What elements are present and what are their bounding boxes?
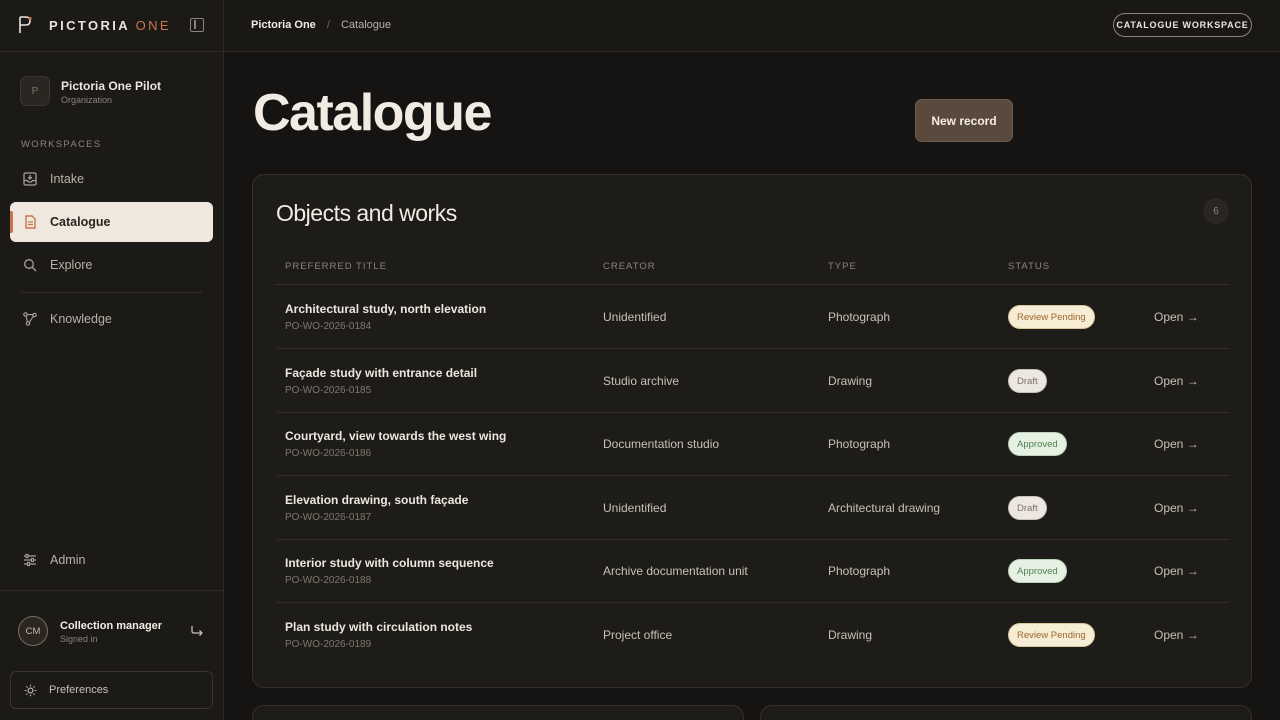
sidebar-item-label: Explore bbox=[50, 258, 93, 272]
row-creator: Unidentified bbox=[603, 310, 667, 324]
row-type: Architectural drawing bbox=[828, 501, 941, 515]
objects-card: Objects and works 6 PREFERRED TITLE CREA… bbox=[252, 174, 1252, 688]
column-header-creator: CREATOR bbox=[603, 261, 656, 272]
table-row[interactable]: Interior study with column sequence PO-W… bbox=[276, 539, 1229, 603]
open-link[interactable]: Open → bbox=[1154, 437, 1199, 451]
org-name: Pictoria One Pilot bbox=[61, 79, 162, 93]
open-link[interactable]: Open → bbox=[1154, 564, 1199, 578]
sidebar-item-label: Knowledge bbox=[50, 312, 112, 326]
row-id: PO-WO-2026-0188 bbox=[285, 575, 372, 586]
sliders-icon bbox=[24, 553, 36, 567]
sidebar-item-label: Catalogue bbox=[50, 215, 111, 229]
open-link[interactable]: Open → bbox=[1154, 374, 1199, 388]
row-id: PO-WO-2026-0187 bbox=[285, 512, 372, 523]
table-row[interactable]: Courtyard, view towards the west wing PO… bbox=[276, 412, 1229, 476]
sign-out-icon[interactable] bbox=[190, 623, 204, 637]
workspace-button[interactable]: CATALOGUE WORKSPACE bbox=[1113, 13, 1252, 37]
row-creator: Studio archive bbox=[603, 374, 680, 388]
row-id: PO-WO-2026-0185 bbox=[285, 385, 372, 396]
card-title: Objects and works bbox=[276, 200, 457, 226]
breadcrumb: Pictoria One / Catalogue bbox=[251, 19, 391, 31]
column-header-title: PREFERRED TITLE bbox=[285, 261, 387, 272]
row-creator: Archive documentation unit bbox=[603, 564, 748, 578]
table-header: PREFERRED TITLE CREATOR TYPE STATUS bbox=[276, 257, 1229, 285]
status-badge: Draft bbox=[1008, 496, 1047, 520]
column-header-status: STATUS bbox=[1008, 261, 1051, 272]
logo-icon bbox=[19, 16, 32, 33]
avatar: CM bbox=[18, 616, 48, 646]
row-title: Architectural study, north elevation bbox=[285, 302, 487, 316]
org-switcher[interactable]: P Pictoria One Pilot Organization bbox=[20, 76, 210, 108]
row-title: Interior study with column sequence bbox=[285, 556, 494, 570]
preferences-label: Preferences bbox=[49, 684, 109, 696]
document-icon bbox=[25, 215, 36, 229]
column-header-type: TYPE bbox=[828, 261, 857, 272]
user-name: Collection manager bbox=[60, 620, 163, 632]
row-creator: Unidentified bbox=[603, 501, 667, 515]
brand-bar: PICTORIA ONE bbox=[0, 0, 224, 52]
secondary-card-right bbox=[760, 705, 1252, 720]
row-id: PO-WO-2026-0186 bbox=[285, 448, 372, 459]
app: PICTORIA ONE P Pictoria One Pilot Organi… bbox=[0, 0, 1280, 720]
sidebar-item-catalogue[interactable]: Catalogue bbox=[10, 202, 213, 242]
workspaces-label: WORKSPACES bbox=[21, 139, 102, 150]
row-creator: Project office bbox=[603, 628, 673, 642]
table-row[interactable]: Elevation drawing, south façade PO-WO-20… bbox=[276, 476, 1229, 540]
count-badge: 6 bbox=[1203, 198, 1229, 224]
topbar: Pictoria One / Catalogue CATALOGUE WORKS… bbox=[224, 0, 1280, 52]
org-avatar: P bbox=[20, 76, 50, 106]
sidebar-item-label: Admin bbox=[50, 553, 86, 567]
user-status: Signed in bbox=[60, 634, 98, 644]
open-link[interactable]: Open → bbox=[1154, 310, 1199, 324]
row-type: Drawing bbox=[828, 374, 873, 388]
graph-icon bbox=[23, 312, 37, 326]
inbox-icon bbox=[23, 172, 37, 186]
sidebar-item-admin[interactable]: Admin bbox=[10, 540, 213, 580]
brand-accent: ONE bbox=[135, 18, 171, 33]
table-row[interactable]: Façade study with entrance detail PO-WO-… bbox=[276, 349, 1229, 413]
row-type: Photograph bbox=[828, 437, 891, 451]
table-row[interactable]: Plan study with circulation notes PO-WO-… bbox=[276, 603, 1229, 667]
brand-name: PICTORIA ONE bbox=[49, 18, 171, 33]
breadcrumb-root[interactable]: Pictoria One bbox=[251, 19, 316, 31]
new-record-button[interactable]: New record bbox=[915, 99, 1013, 142]
open-link[interactable]: Open → bbox=[1154, 628, 1199, 642]
open-link[interactable]: Open → bbox=[1154, 501, 1199, 515]
row-creator: Documentation studio bbox=[603, 437, 720, 451]
row-id: PO-WO-2026-0184 bbox=[285, 321, 372, 332]
sidebar-item-label: Intake bbox=[50, 172, 85, 186]
status-badge: Draft bbox=[1008, 369, 1047, 393]
sidebar-item-knowledge[interactable]: Knowledge bbox=[10, 299, 213, 339]
status-badge: Approved bbox=[1008, 432, 1067, 456]
brand-word: PICTORIA bbox=[49, 18, 130, 33]
search-icon bbox=[24, 259, 37, 272]
row-title: Elevation drawing, south façade bbox=[285, 493, 469, 507]
row-title: Plan study with circulation notes bbox=[285, 620, 473, 634]
row-type: Photograph bbox=[828, 564, 891, 578]
preferences-button[interactable]: Preferences bbox=[10, 671, 213, 709]
sidebar-item-intake[interactable]: Intake bbox=[10, 159, 213, 199]
collapse-sidebar-icon[interactable] bbox=[190, 18, 204, 32]
breadcrumb-current: Catalogue bbox=[340, 19, 392, 31]
breadcrumb-separator: / bbox=[326, 19, 330, 31]
row-type: Photograph bbox=[828, 310, 891, 324]
status-badge: Review Pending bbox=[1008, 623, 1095, 647]
sun-icon bbox=[24, 684, 37, 696]
status-badge: Review Pending bbox=[1008, 305, 1095, 329]
sidebar: PICTORIA ONE P Pictoria One Pilot Organi… bbox=[0, 0, 224, 720]
status-badge: Approved bbox=[1008, 559, 1067, 583]
secondary-card-left bbox=[252, 705, 744, 720]
row-title: Courtyard, view towards the west wing bbox=[285, 429, 507, 443]
row-id: PO-WO-2026-0189 bbox=[285, 639, 372, 650]
table-row[interactable]: Architectural study, north elevation PO-… bbox=[276, 285, 1229, 349]
row-type: Drawing bbox=[828, 628, 873, 642]
sidebar-divider bbox=[21, 292, 202, 293]
sidebar-item-explore[interactable]: Explore bbox=[10, 245, 213, 285]
org-type: Organization bbox=[61, 95, 113, 105]
page-title: Catalogue bbox=[253, 84, 492, 142]
user-block: CM Collection manager Signed in bbox=[0, 590, 224, 668]
row-title: Façade study with entrance detail bbox=[285, 366, 478, 380]
